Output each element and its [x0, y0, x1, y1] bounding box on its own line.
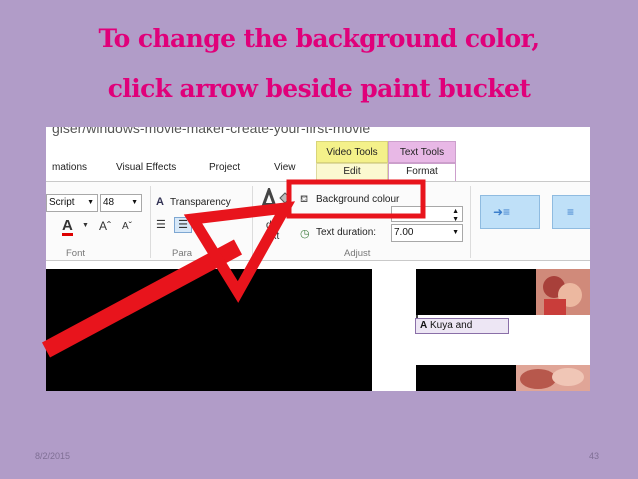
annotation-overlay	[41, 179, 426, 358]
slide-page-number: 43	[589, 451, 600, 461]
highlight-box	[286, 179, 426, 219]
slide-date: 8/2/2015	[35, 451, 71, 461]
pointer-arrow-shaft	[41, 239, 243, 358]
